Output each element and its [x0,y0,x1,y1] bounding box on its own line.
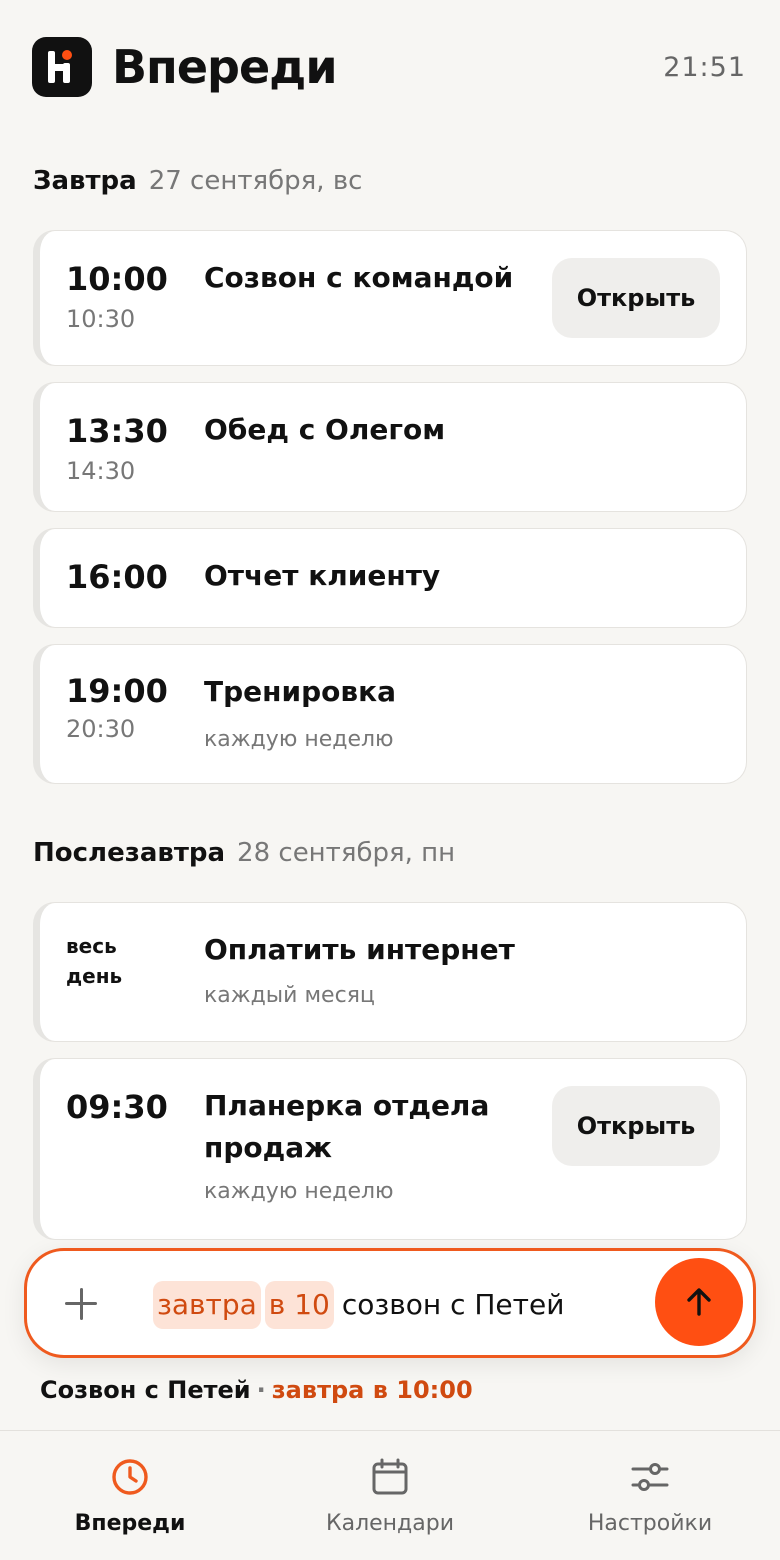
open-button[interactable]: Открыть [552,258,720,338]
nav-item-settings[interactable]: Настройки [520,1431,780,1560]
section-date: 28 сентября, пн [237,838,456,868]
event-card[interactable]: 10:00 10:30 Созвон с командой Открыть [33,230,747,366]
arrow-up-icon [687,1288,711,1316]
event-card[interactable]: весь день Оплатить интернет каждый месяц [33,902,747,1042]
event-repeat: каждую неделю [204,727,394,752]
bottom-nav: Впереди Календари Настройки [0,1430,780,1560]
event-title: Созвон с командой [204,261,514,294]
clock-icon [112,1459,148,1495]
quick-add-composer[interactable]: завтра в 10 созвон с Петей [24,1248,756,1358]
composer-text: созвон с Петей [341,1288,565,1321]
event-title: Оплатить интернет [204,933,515,966]
all-day-label: весь день [66,931,146,991]
parsed-day-chip: завтра [153,1281,261,1329]
all-day-line: весь [66,934,117,958]
event-card[interactable]: 16:00 Отчет клиенту [33,528,747,628]
event-repeat: каждый месяц [204,983,375,1008]
event-title: Тренировка [204,675,396,708]
parsed-when: завтра в 10:00 [271,1376,473,1404]
sliders-icon [631,1463,669,1491]
event-card[interactable]: 13:30 14:30 Обед с Олегом [33,382,747,512]
separator: · [256,1376,266,1404]
nav-item-upcoming[interactable]: Впереди [0,1431,260,1560]
event-end-time: 20:30 [66,715,136,743]
event-repeat: каждую неделю [204,1179,394,1204]
event-title: Обед с Олегом [204,413,446,446]
open-button[interactable]: Открыть [552,1086,720,1166]
event-title: Отчет клиенту [204,559,441,592]
section-date: 27 сентября, вс [148,166,363,196]
event-end-time: 10:30 [66,305,136,333]
nav-item-calendars[interactable]: Календари [260,1431,520,1560]
event-card[interactable]: 09:30 Планерка отдела продаж каждую неде… [33,1058,747,1240]
section-header-day-after: Послезавтра 28 сентября, пн [33,840,455,866]
event-start-time: 09:30 [66,1088,168,1126]
app-header: Впереди 21:51 [32,36,746,98]
nav-label: Календари [325,1511,455,1536]
section-label: Послезавтра [33,838,226,868]
send-button[interactable] [655,1258,743,1346]
composer-input[interactable]: завтра в 10 созвон с Петей [153,1281,564,1329]
plus-icon[interactable] [61,1283,101,1323]
parsed-title: Созвон с Петей [40,1376,251,1404]
section-header-tomorrow: Завтра 27 сентября, вс [33,168,362,194]
parse-preview: Созвон с Петей · завтра в 10:00 [40,1374,473,1406]
event-start-time: 10:00 [66,260,168,298]
event-title: Планерка отдела продаж [204,1089,490,1164]
section-label: Завтра [33,166,137,196]
clock: 21:51 [663,51,746,83]
nav-label: Настройки [587,1511,713,1536]
all-day-line: день [66,964,123,988]
event-start-time: 19:00 [66,672,168,710]
event-start-time: 16:00 [66,558,168,596]
calendar-icon [372,1458,408,1495]
app-title: Впереди [112,40,338,94]
parsed-time-chip: в 10 [264,1281,334,1329]
event-card[interactable]: 19:00 20:30 Тренировка каждую неделю [33,644,747,784]
app-logo-icon [32,37,92,97]
event-end-time: 14:30 [66,457,136,485]
nav-label: Впереди [74,1511,186,1536]
event-start-time: 13:30 [66,412,168,450]
